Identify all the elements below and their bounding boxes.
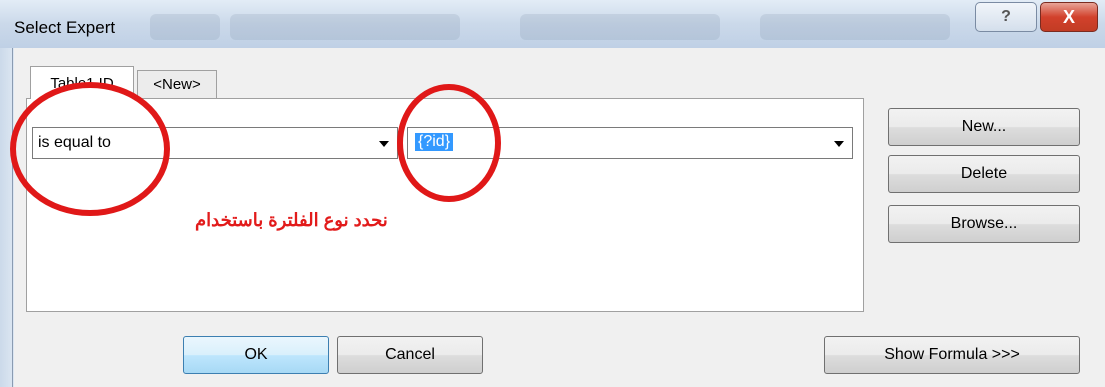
operator-value: is equal to (38, 134, 111, 151)
help-icon: ? (1001, 8, 1011, 25)
delete-button[interactable]: Delete (888, 155, 1080, 193)
background-blur (520, 14, 720, 40)
operator-dropdown[interactable]: is equal to (32, 127, 398, 159)
tab-table1-id[interactable]: Table1.ID (30, 66, 134, 99)
browse-button[interactable]: Browse... (888, 205, 1080, 243)
title-bar: Select Expert ? X (0, 0, 1105, 48)
value-selected-text: {?id} (415, 133, 454, 151)
close-button[interactable]: X (1040, 2, 1098, 32)
background-blur (760, 14, 950, 40)
dropdown-arrow-icon[interactable] (379, 141, 389, 147)
show-formula-button[interactable]: Show Formula >>> (824, 336, 1080, 374)
new-button[interactable]: New... (888, 108, 1080, 146)
background-blur (230, 14, 460, 40)
value-dropdown[interactable]: {?id} (407, 127, 853, 159)
background-blur (150, 14, 220, 40)
window-title: Select Expert (14, 18, 116, 37)
dropdown-arrow-icon[interactable] (834, 141, 844, 147)
ok-button[interactable]: OK (183, 336, 329, 374)
annotation-text: نحدد نوع الفلترة باستخدام (195, 210, 388, 230)
close-icon: X (1062, 6, 1075, 27)
help-button[interactable]: ? (975, 2, 1037, 32)
window-frame-left (0, 0, 14, 387)
tab-new[interactable]: <New> (137, 70, 217, 98)
cancel-button[interactable]: Cancel (337, 336, 483, 374)
